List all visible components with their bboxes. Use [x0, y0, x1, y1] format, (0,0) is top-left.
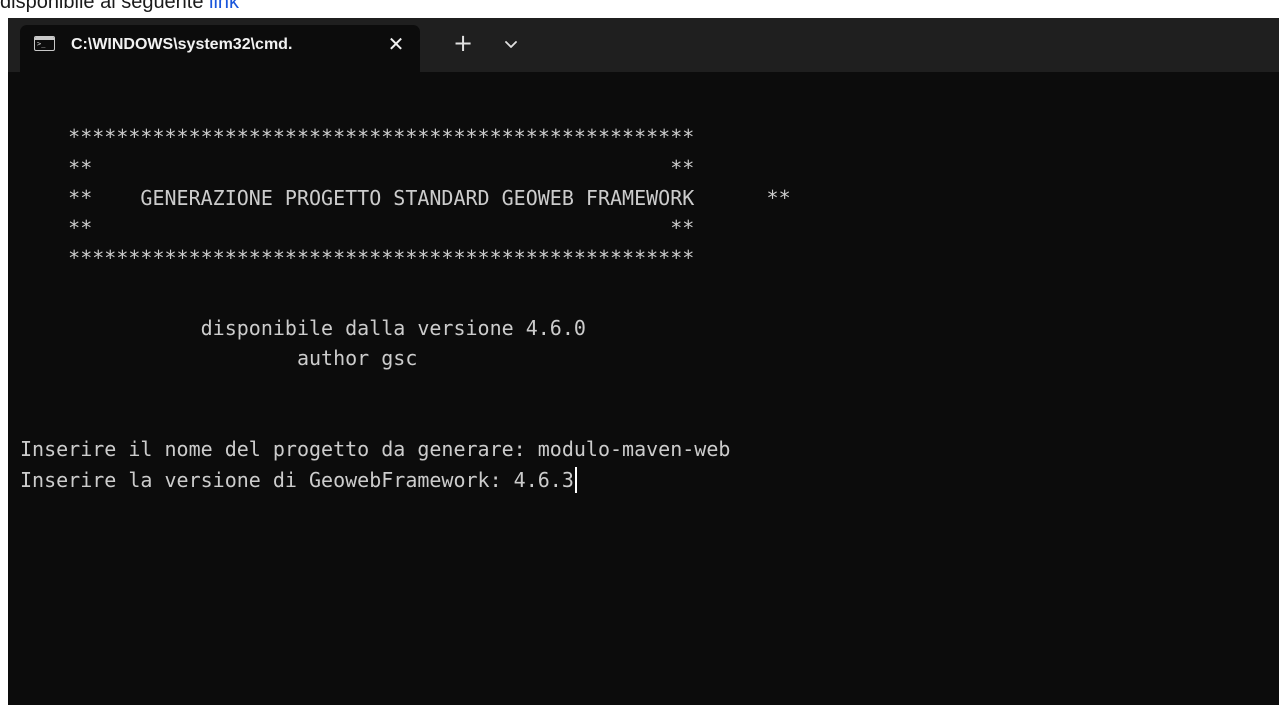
tab-title: C:\WINDOWS\system32\cmd.: [71, 36, 293, 53]
console-output[interactable]: ****************************************…: [8, 72, 1279, 705]
console-line: Inserire il nome del progetto da generar…: [20, 437, 731, 461]
console-line: disponibile dalla versione 4.6.0: [20, 316, 586, 340]
input-line[interactable]: Inserire la versione di GeowebFramework:…: [20, 467, 577, 493]
tab-bar: >_ C:\WINDOWS\system32\cmd. ✕ +: [8, 18, 1279, 72]
terminal-window: >_ C:\WINDOWS\system32\cmd. ✕ + ********…: [8, 18, 1279, 705]
page-caption: disponibile al seguente link: [0, 0, 239, 13]
terminal-icon: >_: [34, 36, 55, 51]
chevron-down-icon[interactable]: [498, 32, 524, 58]
tab-cmd[interactable]: >_ C:\WINDOWS\system32\cmd. ✕: [20, 25, 420, 72]
console-line: ** GENERAZIONE PROGETTO STANDARD GEOWEB …: [20, 186, 791, 210]
console-line: author gsc: [20, 346, 418, 370]
console-line: ****************************************…: [20, 125, 695, 149]
caption-text: disponibile al seguente: [0, 0, 210, 13]
text-cursor: [574, 467, 577, 493]
plus-icon[interactable]: +: [448, 30, 478, 60]
caption-link[interactable]: link: [209, 0, 239, 13]
close-icon[interactable]: ✕: [383, 31, 409, 57]
console-line: ** **: [20, 156, 695, 180]
console-line: ** **: [20, 216, 695, 240]
console-line: ****************************************…: [20, 246, 695, 270]
console-line: Inserire la versione di GeowebFramework:…: [20, 468, 574, 492]
